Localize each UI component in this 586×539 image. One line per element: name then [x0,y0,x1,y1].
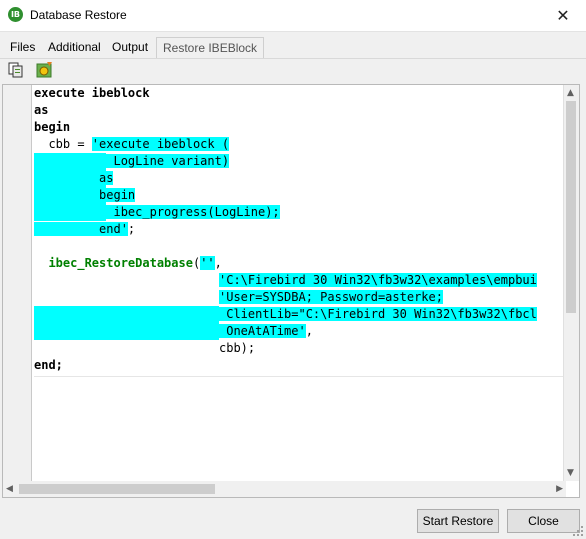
code-editor[interactable]: execute ibeblock as begin cbb = 'execute… [2,84,580,498]
scroll-right-icon[interactable]: ▶ [556,483,563,495]
code-line: ibec_RestoreDatabase('', [34,256,222,270]
tab-files[interactable]: Files [10,40,35,54]
vertical-scroll-thumb[interactable] [566,101,576,313]
code-line: execute ibeblock [34,86,150,100]
title-bar: IB Database Restore ✕ [0,0,586,32]
copy-icon[interactable] [7,61,25,79]
code-line: end; [34,358,63,372]
code-area[interactable]: execute ibeblock as begin cbb = 'execute… [34,85,567,481]
horizontal-scrollbar[interactable]: ◀ ▶ [3,481,566,497]
scroll-left-icon[interactable]: ◀ [6,483,13,495]
code-line: OneAtATime', [219,324,313,338]
code-line: cbb = 'execute ibeblock ( [34,137,230,151]
tab-bar: Files Additional Output Restore IBEBlock [0,37,586,59]
code-line: end'; [34,222,136,236]
window-title: Database Restore [30,8,127,22]
close-icon[interactable]: ✕ [540,0,586,31]
tab-additional[interactable]: Additional [48,40,101,54]
app-icon: IB [8,7,23,22]
line-gutter [3,85,32,481]
scroll-down-icon[interactable]: ▼ [567,467,574,479]
close-button[interactable]: Close [507,509,580,533]
code-line: ClientLib="C:\Firebird 30 Win32\fb3w32\f… [219,307,537,321]
toolbar [0,58,586,82]
code-line: as [34,171,114,185]
code-line: cbb); [219,341,256,355]
code-line: ibec_progress(LogLine); [34,205,280,219]
code-line: as [34,103,49,117]
tab-restore-ibeblock[interactable]: Restore IBEBlock [156,37,265,58]
horizontal-scroll-thumb[interactable] [19,484,215,494]
scroll-up-icon[interactable]: ▲ [567,87,574,99]
code-line: LogLine variant) [34,154,230,168]
resize-grip-icon[interactable] [573,526,583,536]
code-line: begin [34,188,136,202]
tab-output[interactable]: Output [112,40,148,54]
code-line: 'User=SYSDBA; Password=asterke; [219,290,443,304]
selection-highlight [34,306,219,340]
start-restore-button[interactable]: Start Restore [417,509,499,533]
run-icon[interactable] [35,61,53,79]
code-line: begin [34,120,71,134]
end-of-text-line [34,376,567,377]
vertical-scrollbar[interactable]: ▲ ▼ [563,85,579,481]
code-line: 'C:\Firebird 30 Win32\fb3w32\examples\em… [219,273,537,287]
